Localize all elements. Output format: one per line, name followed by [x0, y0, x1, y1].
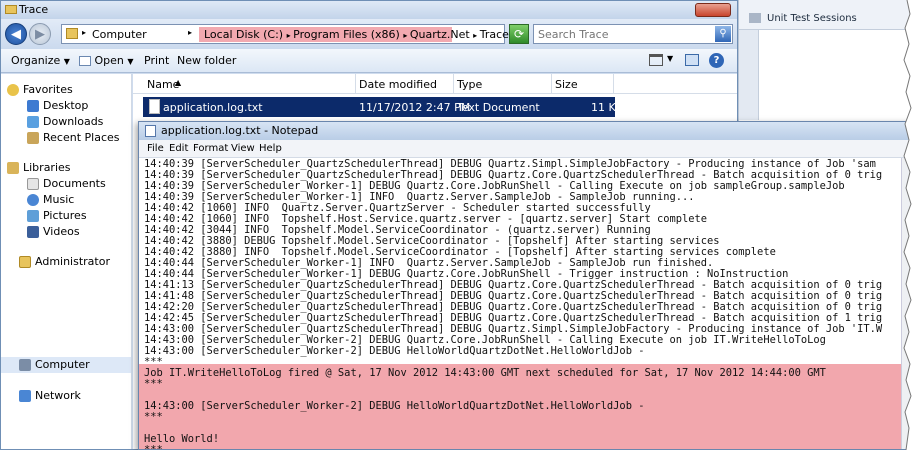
computer-icon [19, 359, 31, 371]
command-toolbar: Organize ▼ Open ▼ Print New folder ▼ ? [1, 49, 737, 73]
breadcrumb-local-disk[interactable]: Local Disk (C:) [204, 28, 283, 41]
notepad-title-bar: application.log.txt - Notepad [139, 122, 917, 140]
organize-button[interactable]: Organize ▼ [11, 54, 70, 67]
organize-label: Organize [11, 54, 61, 67]
nav-label: Desktop [43, 99, 89, 112]
notepad-menu-bar: File Edit Format View Help [139, 140, 917, 158]
breadcrumb-quartz-net[interactable]: Quartz.Net [410, 28, 470, 41]
test-sessions-icon [749, 13, 761, 23]
back-button[interactable]: ◀ [5, 23, 27, 45]
search-icon[interactable]: ⚲ [715, 26, 731, 42]
nav-label: Downloads [43, 115, 104, 128]
videos-icon [27, 226, 39, 238]
sort-up-icon: ▲ [175, 78, 182, 87]
column-divider[interactable] [613, 74, 614, 94]
window-title: Trace [19, 3, 49, 16]
menu-help[interactable]: Help [259, 143, 282, 154]
column-date-modified[interactable]: Date modified [359, 78, 437, 91]
open-icon [79, 56, 91, 66]
recent-places-icon [27, 132, 39, 144]
music-icon [27, 194, 39, 206]
search-input[interactable] [534, 25, 712, 43]
nav-label: Network [35, 389, 81, 402]
preview-pane-icon[interactable] [685, 54, 699, 66]
chevron-down-icon[interactable]: ▼ [667, 54, 673, 63]
file-size: 11 KB [591, 101, 624, 114]
menu-view[interactable]: View [231, 143, 255, 154]
nav-label: Recent Places [43, 131, 120, 144]
log-line: *** [144, 411, 163, 423]
new-folder-button[interactable]: New folder [177, 54, 236, 67]
explorer-title-bar: Trace [1, 1, 737, 19]
network-icon [19, 390, 31, 402]
nav-label: Favorites [23, 83, 73, 96]
vs-tab-strip: Unit Test Sessions [739, 0, 918, 30]
text-file-icon [149, 99, 160, 114]
search-box: ⚲ [533, 24, 733, 44]
folder-icon [5, 5, 17, 14]
column-type[interactable]: Type [457, 78, 482, 91]
nav-label: Libraries [23, 161, 71, 174]
pictures-icon [27, 210, 39, 222]
notepad-text-area[interactable]: 14:40:39 [ServerScheduler_QuartzSchedule… [139, 158, 917, 450]
change-view-icon[interactable] [649, 54, 663, 66]
vs-side-strip [739, 30, 759, 120]
breadcrumb: Local Disk (C:) ▸ Program Files (x86) ▸ … [204, 28, 509, 41]
close-button[interactable] [695, 3, 731, 17]
file-name: application.log.txt [163, 101, 263, 114]
breadcrumb-trace[interactable]: Trace [480, 28, 509, 41]
column-size[interactable]: Size [555, 78, 578, 91]
nav-label: Documents [43, 177, 106, 190]
column-divider[interactable] [355, 74, 356, 94]
log-line: 14:43:00 [ServerScheduler_Worker-2] DEBU… [144, 345, 645, 357]
chevron-down-icon: ▼ [127, 57, 134, 66]
breadcrumb-program-files[interactable]: Program Files (x86) [293, 28, 400, 41]
folder-icon [66, 28, 78, 39]
chevron-right-icon: ▸ [188, 28, 193, 37]
torn-edge-decoration [903, 0, 918, 450]
navigation-bar: ◀ ▶ ▸ Computer ▸ Local Disk (C:) ▸ Progr… [1, 19, 737, 49]
log-line: *** [144, 444, 163, 450]
column-divider[interactable] [453, 74, 454, 94]
forward-button[interactable]: ▶ [29, 23, 51, 45]
log-line: *** [144, 378, 163, 390]
downloads-icon [27, 116, 39, 128]
address-bar[interactable]: ▸ Computer ▸ Local Disk (C:) ▸ Program F… [61, 24, 557, 44]
notepad-title: application.log.txt - Notepad [161, 124, 319, 137]
file-list-header: Name ▲ Date modified Type Size [133, 74, 737, 94]
nav-label: Videos [43, 225, 80, 238]
tab-unit-test-sessions[interactable]: Unit Test Sessions [767, 13, 857, 24]
menu-format[interactable]: Format [193, 143, 228, 154]
nav-label: Administrator [35, 255, 110, 268]
nav-label: Music [43, 193, 75, 206]
chevron-right-icon: ▸ [82, 28, 87, 37]
navigation-pane: Favorites Desktop Downloads Recent Place… [1, 74, 132, 449]
menu-file[interactable]: File [147, 143, 164, 154]
file-row-selected[interactable]: application.log.txt 11/17/2012 2:47 PM T… [143, 97, 623, 117]
print-button[interactable]: Print [144, 54, 169, 67]
file-type: Text Document [457, 101, 540, 114]
log-line: Job IT.WriteHelloToLog fired @ Sat, 17 N… [144, 367, 826, 379]
libraries-icon [7, 162, 19, 174]
refresh-button[interactable]: ⟳ [509, 24, 529, 44]
help-icon[interactable]: ? [709, 53, 724, 68]
desktop-icon [27, 100, 39, 112]
breadcrumb-computer[interactable]: Computer [92, 28, 147, 41]
file-date: 11/17/2012 2:47 PM [359, 101, 471, 114]
open-label: Open [94, 54, 124, 67]
nav-label: Pictures [43, 209, 87, 222]
notepad-icon [145, 125, 156, 137]
user-folder-icon [19, 256, 31, 268]
chevron-down-icon: ▼ [63, 57, 70, 66]
nav-label: Computer [35, 358, 90, 371]
menu-edit[interactable]: Edit [169, 143, 188, 154]
open-button[interactable]: Open ▼ [79, 54, 134, 67]
star-icon [7, 84, 19, 96]
documents-icon [27, 178, 39, 190]
log-line: 14:43:00 [ServerScheduler_Worker-2] DEBU… [144, 400, 645, 412]
notepad-window: application.log.txt - Notepad File Edit … [138, 121, 918, 450]
column-divider[interactable] [551, 74, 552, 94]
